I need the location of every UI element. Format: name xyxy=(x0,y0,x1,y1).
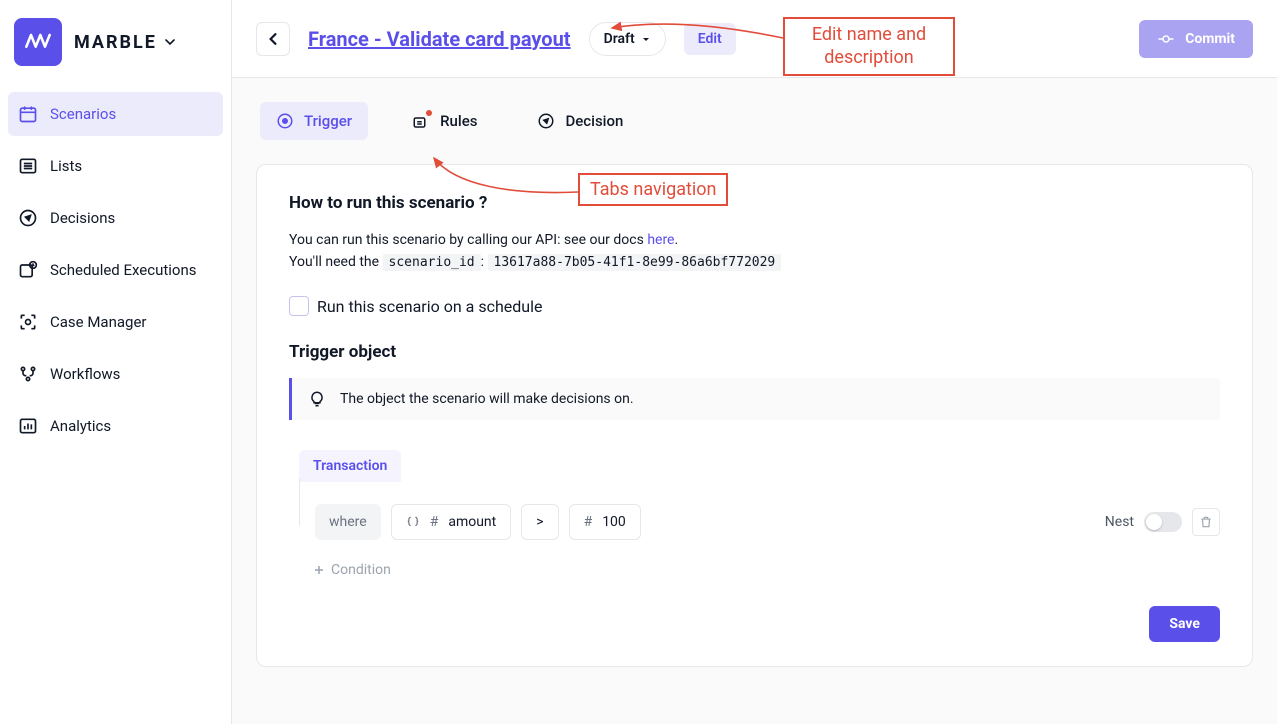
list-icon xyxy=(18,156,38,176)
hash-icon: # xyxy=(584,514,593,530)
commit-button[interactable]: Commit xyxy=(1139,20,1253,58)
compass-icon xyxy=(18,208,38,228)
sidebar-nav: Scenarios Lists Decisions Scheduled Exec… xyxy=(8,92,223,448)
annotation-tabs-nav: Tabs navigation xyxy=(578,173,728,206)
edit-button[interactable]: Edit xyxy=(684,23,736,55)
calendar-icon xyxy=(18,104,38,124)
sidebar-item-label: Scenarios xyxy=(50,105,116,123)
sidebar-item-scenarios[interactable]: Scenarios xyxy=(8,92,223,136)
tab-label: Rules xyxy=(440,112,477,130)
docs-link[interactable]: here xyxy=(647,232,674,248)
run-desc-prefix: You can run this scenario by calling our… xyxy=(289,232,647,248)
topbar: France - Validate card payout Draft Edit… xyxy=(232,0,1277,78)
sidebar-item-case-manager[interactable]: Case Manager xyxy=(8,300,223,344)
tab-decision[interactable]: Decision xyxy=(521,102,639,140)
id-label: scenario_id xyxy=(383,254,481,271)
tab-label: Trigger xyxy=(304,112,352,130)
where-chip: where xyxy=(315,504,381,540)
delete-condition-button[interactable] xyxy=(1192,508,1220,536)
tabs: Trigger Rules Decision xyxy=(256,102,1253,140)
sidebar-item-label: Decisions xyxy=(50,209,115,227)
trigger-object-pill[interactable]: Transaction xyxy=(299,450,401,482)
sidebar-item-scheduled[interactable]: Scheduled Executions xyxy=(8,248,223,292)
schedule-label: Run this scenario on a schedule xyxy=(317,297,542,316)
sidebar: MARBLE Scenarios Lists Decisions Schedul… xyxy=(0,0,232,724)
condition-tree: Transaction where # amount > # 100 Nest xyxy=(289,446,1220,578)
clock-box-icon xyxy=(18,260,38,280)
condition-row: where # amount > # 100 Nest xyxy=(299,482,1220,540)
flow-icon xyxy=(18,364,38,384)
commit-icon xyxy=(1157,30,1175,48)
value-label: 100 xyxy=(602,514,626,530)
trash-icon xyxy=(1199,515,1213,529)
status-label: Draft xyxy=(604,31,635,47)
add-condition-button[interactable]: Condition xyxy=(299,540,1220,578)
plus-icon xyxy=(313,564,325,576)
sidebar-item-analytics[interactable]: Analytics xyxy=(8,404,223,448)
add-condition-label: Condition xyxy=(331,562,391,578)
tree-connector xyxy=(299,478,300,526)
compass-icon xyxy=(537,112,555,130)
badge-dot xyxy=(426,110,432,116)
chart-icon xyxy=(18,416,38,436)
back-button[interactable] xyxy=(256,22,290,56)
chevron-down-icon xyxy=(165,37,175,47)
hash-icon: # xyxy=(430,514,439,530)
scenario-id-value: 13617a88-7b05-41f1-8e99-86a6bf772029 xyxy=(488,254,782,271)
tab-trigger[interactable]: Trigger xyxy=(260,102,368,140)
save-row: Save xyxy=(289,578,1220,642)
trigger-panel: How to run this scenario ? You can run t… xyxy=(256,164,1253,667)
trigger-callout: The object the scenario will make decisi… xyxy=(289,378,1220,420)
field-label: amount xyxy=(448,514,496,530)
sidebar-item-label: Workflows xyxy=(50,365,120,383)
id-sep: : xyxy=(481,254,488,270)
brand-block[interactable]: MARBLE xyxy=(8,18,223,92)
sidebar-item-label: Lists xyxy=(50,157,82,175)
operator-label: > xyxy=(536,514,543,530)
operator-selector[interactable]: > xyxy=(521,504,558,540)
target-icon xyxy=(276,112,294,130)
run-description: You can run this scenario by calling our… xyxy=(289,229,1220,251)
brand-label: MARBLE xyxy=(74,32,157,53)
annotation-edit-name: Edit name and description xyxy=(783,17,955,76)
run-heading: How to run this scenario ? xyxy=(289,193,1220,213)
sidebar-item-label: Analytics xyxy=(50,417,111,435)
scenario-id-line: You'll need the scenario_id: 13617a88-7b… xyxy=(289,251,1220,274)
trigger-heading: Trigger object xyxy=(289,342,1220,362)
sidebar-item-decisions[interactable]: Decisions xyxy=(8,196,223,240)
braces-icon xyxy=(406,515,420,529)
callout-text: The object the scenario will make decisi… xyxy=(340,391,634,407)
nest-toggle[interactable] xyxy=(1144,512,1182,532)
schedule-row: Run this scenario on a schedule xyxy=(289,296,1220,316)
field-selector[interactable]: # amount xyxy=(391,504,512,540)
sidebar-item-label: Case Manager xyxy=(50,313,147,331)
brand-name: MARBLE xyxy=(74,32,175,53)
lightbulb-icon xyxy=(308,390,326,408)
schedule-checkbox[interactable] xyxy=(289,296,309,316)
save-button[interactable]: Save xyxy=(1149,606,1220,642)
run-desc-suffix: . xyxy=(675,232,679,248)
tab-rules[interactable]: Rules xyxy=(396,102,493,140)
status-dropdown[interactable]: Draft xyxy=(589,22,666,56)
logo-wave-icon xyxy=(24,28,52,56)
main-content: Trigger Rules Decision How to run this s… xyxy=(232,78,1277,724)
scenario-title[interactable]: France - Validate card payout xyxy=(308,27,571,51)
sidebar-item-workflows[interactable]: Workflows xyxy=(8,352,223,396)
sidebar-item-label: Scheduled Executions xyxy=(50,261,197,279)
commit-label: Commit xyxy=(1185,31,1235,47)
scan-icon xyxy=(18,312,38,332)
value-selector[interactable]: # 100 xyxy=(569,504,641,540)
sidebar-item-lists[interactable]: Lists xyxy=(8,144,223,188)
nest-label: Nest xyxy=(1105,514,1134,530)
brand-logo xyxy=(14,18,62,66)
condition-controls: Nest xyxy=(1105,508,1220,536)
tab-label: Decision xyxy=(565,112,623,130)
caret-down-icon xyxy=(641,34,651,44)
rules-icon xyxy=(412,112,430,130)
id-prefix: You'll need the xyxy=(289,254,383,270)
chevron-left-icon xyxy=(267,33,279,45)
topbar-left: France - Validate card payout Draft Edit xyxy=(256,22,736,56)
